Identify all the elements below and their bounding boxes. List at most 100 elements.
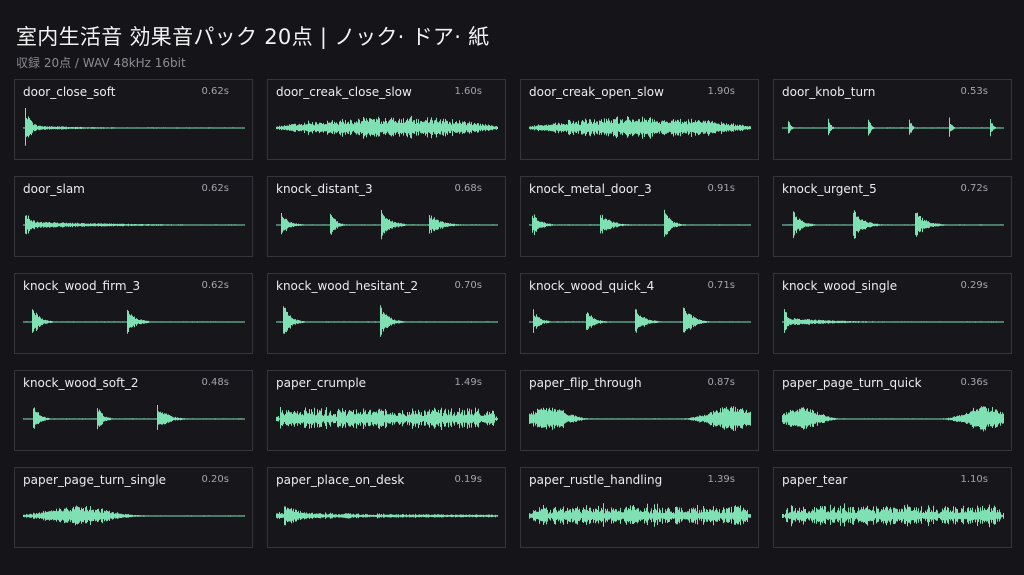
waveform — [529, 406, 751, 431]
sound-card[interactable]: paper_rustle_handling 1.39s — [520, 467, 759, 548]
waveform — [529, 116, 751, 139]
waveform-path — [276, 506, 498, 526]
sound-name: knock_wood_firm_3 — [23, 279, 141, 293]
waveform-path — [782, 503, 1004, 528]
waveform-path — [782, 117, 1004, 137]
sound-name: knock_metal_door_3 — [529, 182, 652, 196]
sound-card[interactable]: door_creak_close_slow 1.60s — [267, 79, 506, 160]
sound-card[interactable]: knock_urgent_5 0.72s — [773, 176, 1012, 257]
sound-name: knock_wood_quick_4 — [529, 279, 655, 293]
sound-name: paper_tear — [782, 473, 848, 487]
waveform-path — [276, 305, 498, 337]
waveform — [276, 407, 498, 430]
sound-duration: 0.62s — [201, 280, 229, 291]
sound-name: paper_page_turn_single — [23, 473, 167, 487]
page-subtitle: 収録 20点 / WAV 48kHz 16bit — [16, 56, 186, 70]
sound-name: door_close_soft — [23, 85, 116, 99]
waveform-path — [782, 406, 1004, 432]
sound-card[interactable]: door_knob_turn 0.53s — [773, 79, 1012, 160]
sound-name: paper_place_on_desk — [276, 473, 405, 487]
waveform — [782, 406, 1004, 432]
waveform — [782, 210, 1004, 239]
waveform — [276, 210, 498, 240]
waveform — [782, 503, 1004, 528]
sound-duration: 0.68s — [454, 183, 482, 194]
sound-duration: 0.62s — [201, 183, 229, 194]
waveform-path — [23, 108, 245, 146]
waveform — [23, 215, 245, 235]
waveform-path — [276, 407, 498, 430]
sound-card[interactable]: door_slam 0.62s — [14, 176, 253, 257]
sound-name: door_creak_close_slow — [276, 85, 412, 99]
sound-name: door_creak_open_slow — [529, 85, 664, 99]
sound-name: door_slam — [23, 182, 85, 196]
sound-duration: 0.48s — [201, 377, 229, 388]
waveform — [23, 505, 245, 526]
sound-duration: 1.60s — [454, 86, 482, 97]
waveform — [276, 115, 498, 139]
sound-card[interactable]: door_close_soft 0.62s — [14, 79, 253, 160]
sound-card[interactable]: knock_wood_firm_3 0.62s — [14, 273, 253, 354]
sound-name: knock_wood_single — [782, 279, 898, 293]
sound-card[interactable]: paper_place_on_desk 0.19s — [267, 467, 506, 548]
sound-card[interactable]: knock_wood_single 0.29s — [773, 273, 1012, 354]
waveform-path — [23, 505, 245, 526]
sound-grid: door_close_soft 0.62s door_creak_close_slo… — [14, 79, 1012, 548]
sound-duration: 0.36s — [960, 377, 988, 388]
sound-name: paper_rustle_handling — [529, 473, 663, 487]
sound-card[interactable]: paper_crumple 1.49s — [267, 370, 506, 451]
sound-card[interactable]: knock_metal_door_3 0.91s — [520, 176, 759, 257]
page-title: 室内生活音 効果音パック 20点 | ノック· ドア· 紙 — [16, 25, 490, 49]
waveform — [276, 305, 498, 337]
sound-card[interactable]: door_creak_open_slow 1.90s — [520, 79, 759, 160]
sound-duration: 0.62s — [201, 86, 229, 97]
sound-card[interactable]: paper_flip_through 0.87s — [520, 370, 759, 451]
waveform-path — [529, 406, 751, 431]
sound-card[interactable]: paper_tear 1.10s — [773, 467, 1012, 548]
sound-card[interactable]: paper_page_turn_quick 0.36s — [773, 370, 1012, 451]
waveform-path — [276, 210, 498, 240]
sound-card[interactable]: paper_page_turn_single 0.20s — [14, 467, 253, 548]
waveform — [23, 309, 245, 334]
sound-duration: 0.72s — [960, 183, 988, 194]
sound-duration: 0.29s — [960, 280, 988, 291]
sound-duration: 0.70s — [454, 280, 482, 291]
sound-duration: 0.20s — [201, 474, 229, 485]
sound-duration: 0.19s — [454, 474, 482, 485]
sound-card[interactable]: knock_wood_quick_4 0.71s — [520, 273, 759, 354]
sound-card[interactable]: knock_wood_hesitant_2 0.70s — [267, 273, 506, 354]
waveform — [276, 506, 498, 526]
sound-duration: 1.49s — [454, 377, 482, 388]
waveform — [23, 405, 245, 430]
sound-duration: 0.53s — [960, 86, 988, 97]
sound-card[interactable]: knock_distant_3 0.68s — [267, 176, 506, 257]
waveform — [782, 309, 1004, 333]
sound-name: door_knob_turn — [782, 85, 876, 99]
waveform-path — [529, 307, 751, 333]
waveform-path — [529, 116, 751, 139]
sound-duration: 1.39s — [707, 474, 735, 485]
sound-name: knock_urgent_5 — [782, 182, 877, 196]
sound-name: knock_wood_hesitant_2 — [276, 279, 419, 293]
sound-duration: 0.71s — [707, 280, 735, 291]
waveform-path — [23, 405, 245, 430]
waveform-path — [23, 309, 245, 334]
sound-name: paper_flip_through — [529, 376, 642, 390]
waveform-path — [23, 215, 245, 235]
waveform — [529, 503, 751, 527]
waveform-path — [529, 209, 751, 237]
sound-card[interactable]: knock_wood_soft_2 0.48s — [14, 370, 253, 451]
waveform-path — [276, 115, 498, 139]
waveform — [529, 307, 751, 333]
sound-name: paper_crumple — [276, 376, 367, 390]
page-header: 室内生活音 効果音パック 20点 | ノック· ドア· 紙 収録 20点 / W… — [16, 22, 489, 71]
sound-duration: 1.90s — [707, 86, 735, 97]
waveform — [23, 108, 245, 146]
sound-name: knock_distant_3 — [276, 182, 373, 196]
sound-duration: 1.10s — [960, 474, 988, 485]
waveform — [529, 209, 751, 237]
waveform-path — [529, 503, 751, 527]
sound-duration: 0.91s — [707, 183, 735, 194]
sound-duration: 0.87s — [707, 377, 735, 388]
sound-name: paper_page_turn_quick — [782, 376, 922, 390]
